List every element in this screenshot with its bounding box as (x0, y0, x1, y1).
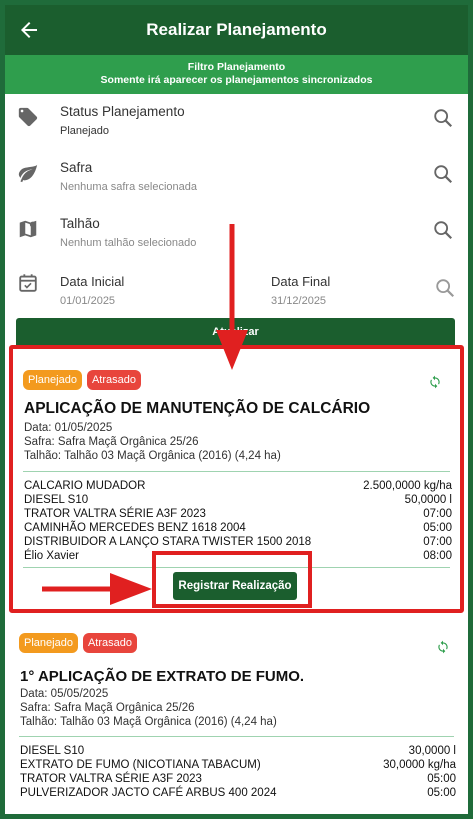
card-badges: Planejado Atrasado (19, 633, 137, 653)
item-value: 30,0000 l (408, 745, 456, 757)
filter-talhao-value: Nenhum talhão selecionado (60, 237, 197, 249)
filter-banner: Filtro Planejamento Somente irá aparecer… (5, 55, 468, 94)
item-value: 05:00 (427, 787, 456, 799)
tag-icon (18, 107, 38, 127)
filter-talhao[interactable]: Talhão Nenhum talhão selecionado (5, 206, 468, 262)
filter-status-label: Status Planejamento (60, 104, 185, 119)
app-bar: Realizar Planejamento (5, 5, 468, 55)
filter-banner-title: Filtro Planejamento (187, 61, 286, 73)
calendar-icon (19, 274, 37, 292)
list-item: CALCARIO MUDADOR 2.500,0000 kg/ha (24, 480, 452, 492)
status-badge-late: Atrasado (86, 370, 141, 390)
card-talhao: Talhão: Talhão 03 Maçã Orgânica (2016) (… (20, 716, 277, 728)
list-item: DIESEL S10 50,0000 l (24, 494, 452, 506)
search-icon[interactable] (432, 163, 454, 185)
item-value: 07:00 (423, 508, 452, 520)
item-value: 08:00 (423, 550, 452, 562)
item-name: CAMINHÃO MERCEDES BENZ 1618 2004 (24, 522, 246, 534)
item-value: 05:00 (423, 522, 452, 534)
card-title: 1° APLICAÇÃO DE EXTRATO DE FUMO. (20, 668, 305, 685)
item-name: PULVERIZADOR JACTO CAFÉ ARBUS 400 2024 (20, 787, 277, 799)
sync-icon[interactable] (436, 640, 450, 654)
list-item: CAMINHÃO MERCEDES BENZ 1618 2004 05:00 (24, 522, 452, 534)
arrow-left-icon[interactable] (17, 18, 41, 42)
list-item: DISTRIBUIDOR A LANÇO STARA TWISTER 1500 … (24, 536, 452, 548)
leaf-icon (18, 164, 38, 183)
start-date-value[interactable]: 01/01/2025 (60, 295, 115, 307)
item-value: 50,0000 l (404, 494, 452, 506)
card-safra: Safra: Safra Maçã Orgânica 25/26 (20, 702, 195, 714)
filter-dates[interactable]: Data Inicial 01/01/2025 Data Final 31/12… (5, 262, 468, 322)
filter-banner-subtitle: Somente irá aparecer os planejamentos si… (100, 74, 373, 86)
status-badge-planned: Planejado (23, 370, 82, 390)
item-value: 07:00 (423, 536, 452, 548)
item-name: DIESEL S10 (24, 494, 89, 506)
divider (23, 471, 450, 472)
filter-safra-value: Nenhuma safra selecionada (60, 181, 197, 193)
status-badge-late: Atrasado (82, 633, 137, 653)
card-badges: Planejado Atrasado (23, 370, 141, 390)
item-name: Élio Xavier (24, 550, 79, 562)
item-name: EXTRATO DE FUMO (NICOTIANA TABACUM) (20, 759, 261, 771)
card-date: Data: 05/05/2025 (20, 688, 109, 700)
item-name: TRATOR VALTRA SÉRIE A3F 2023 (24, 508, 206, 520)
card-title: APLICAÇÃO DE MANUTENÇÃO DE CALCÁRIO (24, 400, 371, 417)
app-screen: Realizar Planejamento Filtro Planejament… (5, 5, 468, 814)
sync-icon[interactable] (428, 375, 442, 389)
item-value: 05:00 (427, 773, 456, 785)
item-name: DISTRIBUIDOR A LANÇO STARA TWISTER 1500 … (24, 536, 312, 548)
planning-card: Planejado Atrasado 1° APLICAÇÃO DE EXTRA… (9, 626, 464, 814)
filter-status[interactable]: Status Planejamento Planejado (5, 94, 468, 150)
filter-talhao-label: Talhão (60, 216, 100, 231)
item-name: TRATOR VALTRA SÉRIE A3F 2023 (20, 773, 202, 785)
list-item: TRATOR VALTRA SÉRIE A3F 2023 07:00 (24, 508, 452, 520)
list-item: PULVERIZADOR JACTO CAFÉ ARBUS 400 2024 0… (20, 787, 456, 799)
card-talhao: Talhão: Talhão 03 Maçã Orgânica (2016) (… (24, 450, 281, 462)
card-date: Data: 01/05/2025 (24, 422, 113, 434)
highlight-frame (152, 551, 312, 608)
item-name: DIESEL S10 (20, 745, 85, 757)
end-date-value[interactable]: 31/12/2025 (271, 295, 326, 307)
search-icon[interactable] (434, 277, 456, 299)
start-date-label: Data Inicial (60, 274, 125, 289)
item-name: CALCARIO MUDADOR (24, 480, 146, 492)
list-item: EXTRATO DE FUMO (NICOTIANA TABACUM) 30,0… (20, 759, 456, 771)
item-value: 30,0000 kg/ha (383, 759, 456, 771)
filter-status-value: Planejado (60, 125, 109, 137)
end-date-label: Data Final (271, 274, 331, 289)
divider (19, 736, 454, 737)
filter-safra-label: Safra (60, 160, 93, 175)
map-icon (19, 220, 37, 238)
list-item: TRATOR VALTRA SÉRIE A3F 2023 05:00 (20, 773, 456, 785)
filter-safra[interactable]: Safra Nenhuma safra selecionada (5, 150, 468, 206)
status-badge-planned: Planejado (19, 633, 78, 653)
search-icon[interactable] (432, 219, 454, 241)
item-value: 2.500,0000 kg/ha (363, 480, 452, 492)
page-title: Realizar Planejamento (146, 20, 327, 39)
card-safra: Safra: Safra Maçã Orgânica 25/26 (24, 436, 199, 448)
search-icon[interactable] (432, 107, 454, 129)
list-item: DIESEL S10 30,0000 l (20, 745, 456, 757)
